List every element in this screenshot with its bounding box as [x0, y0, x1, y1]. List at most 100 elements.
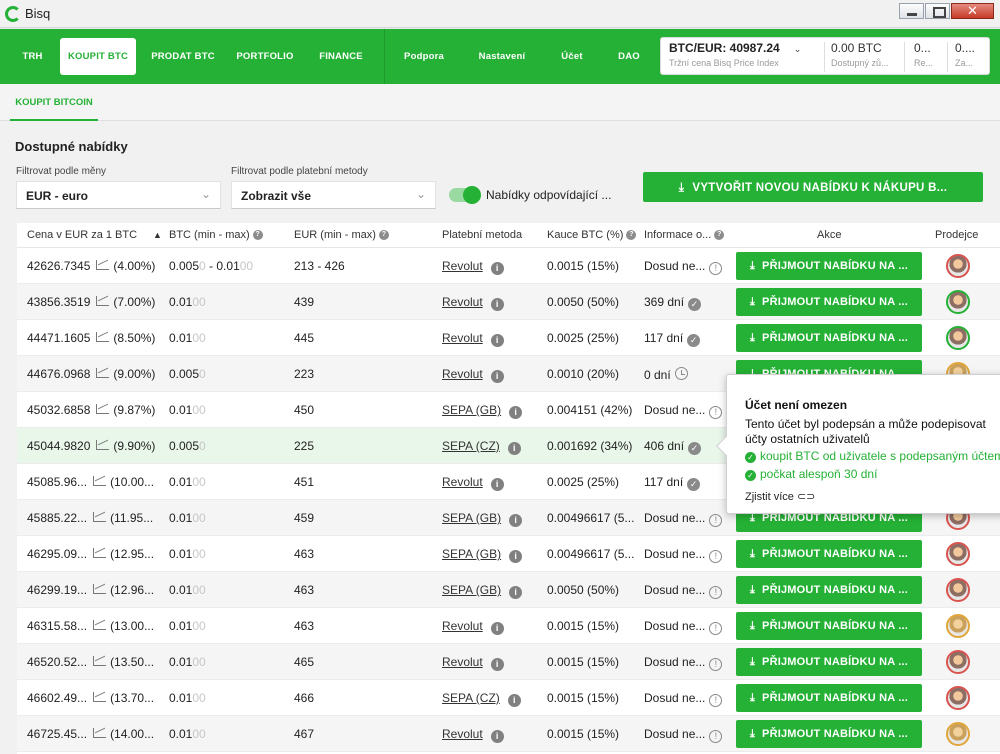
info-icon[interactable]: i [507, 442, 521, 455]
payment-method-link[interactable]: Revolut [442, 367, 483, 381]
payment-method-link[interactable]: SEPA (CZ) [442, 691, 500, 705]
payment-method-link[interactable]: SEPA (GB) [442, 547, 501, 561]
info-icon[interactable]: i [490, 370, 504, 383]
payment-method-link[interactable]: Revolut [442, 655, 483, 669]
payment-method-link[interactable]: Revolut [442, 727, 483, 741]
avatar[interactable] [946, 254, 970, 278]
nav-finance[interactable]: FINANCE [310, 29, 372, 84]
info-icon[interactable]: i [490, 658, 504, 671]
method-filter-select[interactable]: Zobrazit vše ⌄ [231, 181, 436, 209]
info-icon[interactable]: i [490, 298, 504, 311]
verified-icon[interactable]: ✓ [687, 334, 701, 347]
payment-method-link[interactable]: SEPA (GB) [442, 511, 501, 525]
payment-method-link[interactable]: SEPA (CZ) [442, 439, 500, 453]
avatar[interactable] [946, 722, 970, 746]
accept-offer-button[interactable]: ⤓ PŘIJMOUT NABÍDKU NA ... [736, 612, 922, 640]
info-icon[interactable]: ! [709, 514, 723, 527]
avatar[interactable] [946, 290, 970, 314]
nav-dao[interactable]: DAO [610, 29, 648, 84]
matching-offers-toggle[interactable] [449, 186, 481, 204]
table-row[interactable]: 42626.7345 (4.00%) 0.0050 - 0.0100 213 - 42… [17, 248, 1000, 284]
info-icon[interactable]: i [509, 586, 523, 599]
accept-offer-button[interactable]: ⤓ PŘIJMOUT NABÍDKU NA ... [736, 576, 922, 604]
info-icon[interactable]: i [490, 478, 504, 491]
table-row[interactable]: 46725.45... (14.00... 0.0100 467 Revolut i 0.0… [17, 716, 1000, 752]
info-icon[interactable]: ! [709, 586, 723, 599]
minimize-button[interactable] [899, 3, 924, 19]
payment-method-link[interactable]: Revolut [442, 475, 483, 489]
table-row[interactable]: 46315.58... (13.00... 0.0100 463 Revolut i 0.0… [17, 608, 1000, 644]
maximize-button[interactable] [925, 3, 950, 19]
help-icon[interactable]: ? [252, 230, 263, 241]
col-payment-method[interactable]: Platební metoda [442, 229, 522, 241]
payment-method-link[interactable]: SEPA (GB) [442, 403, 501, 417]
info-icon[interactable]: ! [709, 694, 723, 707]
close-button[interactable] [951, 3, 994, 19]
verified-icon[interactable]: ✓ [688, 442, 702, 455]
info-icon[interactable]: ! [709, 262, 723, 275]
info-icon[interactable]: ! [709, 550, 723, 563]
accept-offer-button[interactable]: ⤓ PŘIJMOUT NABÍDKU NA ... [736, 288, 922, 316]
payment-method-link[interactable]: Revolut [442, 295, 483, 309]
avatar[interactable] [946, 650, 970, 674]
table-row[interactable]: 46295.09... (12.95... 0.0100 463 SEPA (GB) i 0… [17, 536, 1000, 572]
help-icon[interactable]: ? [714, 230, 725, 241]
table-row[interactable]: 46299.19... (12.96... 0.0100 463 SEPA (GB) i 0… [17, 572, 1000, 608]
info-icon[interactable]: ! [709, 622, 723, 635]
payment-method-link[interactable]: Revolut [442, 619, 483, 633]
help-icon[interactable]: ? [378, 230, 389, 241]
col-price[interactable]: Cena v EUR za 1 BTC ▲ [27, 229, 162, 241]
info-icon[interactable]: i [490, 262, 504, 275]
verified-icon[interactable]: ✓ [687, 478, 701, 491]
market-price-selector[interactable]: BTC/EUR: 40987.24 ⌄ Tržní cena Bisq Price… [669, 41, 819, 73]
info-icon[interactable]: i [509, 550, 523, 563]
info-icon[interactable]: ! [709, 406, 723, 419]
payment-method-link[interactable]: Revolut [442, 331, 483, 345]
info-icon[interactable]: i [507, 694, 521, 707]
payment-method-link[interactable]: SEPA (GB) [442, 583, 501, 597]
info-icon[interactable]: i [509, 514, 523, 527]
help-icon[interactable]: ? [626, 230, 637, 241]
col-info[interactable]: Informace o...? [644, 229, 725, 241]
accept-offer-button[interactable]: ⤓ PŘIJMOUT NABÍDKU NA ... [736, 720, 922, 748]
avatar[interactable] [946, 686, 970, 710]
table-row[interactable]: 44471.1605 (8.50%) 0.0100 445 Revolut i 0.0025… [17, 320, 1000, 356]
accept-offer-button[interactable]: ⤓ PŘIJMOUT NABÍDKU NA ... [736, 648, 922, 676]
info-icon[interactable]: i [509, 406, 523, 419]
learn-more-link[interactable]: Zjistit více ⊂⊃ [745, 490, 815, 503]
chart-icon [96, 368, 110, 378]
nav-account[interactable]: Účet [553, 29, 591, 84]
accept-offer-button[interactable]: ⤓ PŘIJMOUT NABÍDKU NA ... [736, 252, 922, 280]
nav-market[interactable]: TRH [10, 29, 55, 84]
accept-offer-button[interactable]: ⤓ PŘIJMOUT NABÍDKU NA ... [736, 324, 922, 352]
avatar[interactable] [946, 542, 970, 566]
nav-settings[interactable]: Nastavení [471, 29, 533, 84]
nav-sell-btc[interactable]: PRODAT BTC [146, 29, 220, 84]
info-icon[interactable]: i [490, 622, 504, 635]
info-icon[interactable]: i [490, 730, 504, 743]
table-row[interactable]: 43856.3519 (7.00%) 0.0100 439 Revolut i 0.0050… [17, 284, 1000, 320]
info-icon[interactable]: i [490, 334, 504, 347]
verified-icon[interactable]: ✓ [688, 298, 702, 311]
avatar[interactable] [946, 578, 970, 602]
tab-buy-bitcoin[interactable]: KOUPIT BITCOIN [10, 84, 98, 121]
nav-buy-btc[interactable]: KOUPIT BTC [60, 38, 136, 75]
nav-portfolio[interactable]: PORTFOLIO [230, 29, 300, 84]
offer-payment-method: SEPA (CZ) i [442, 691, 521, 707]
info-icon[interactable]: ! [709, 658, 723, 671]
payment-method-link[interactable]: Revolut [442, 259, 483, 273]
col-amount[interactable]: BTC (min - max)? [169, 229, 263, 241]
currency-filter-select[interactable]: EUR - euro ⌄ [16, 181, 221, 209]
table-row[interactable]: 46602.49... (13.70... 0.0100 466 SEPA (CZ) i 0… [17, 680, 1000, 716]
avatar[interactable] [946, 326, 970, 350]
accept-offer-button[interactable]: ⤓ PŘIJMOUT NABÍDKU NA ... [736, 684, 922, 712]
accept-offer-button[interactable]: ⤓ PŘIJMOUT NABÍDKU NA ... [736, 540, 922, 568]
col-volume[interactable]: EUR (min - max)? [294, 229, 389, 241]
clock-icon[interactable] [674, 367, 688, 380]
avatar[interactable] [946, 614, 970, 638]
create-offer-button[interactable]: ⤓ VYTVOŘIT NOVOU NABÍDKU K NÁKUPU B... [643, 172, 983, 202]
table-row[interactable]: 46520.52... (13.50... 0.0100 465 Revolut i 0.0… [17, 644, 1000, 680]
nav-support[interactable]: Podpora [398, 29, 450, 84]
info-icon[interactable]: ! [709, 730, 723, 743]
col-deposit[interactable]: Kauce BTC (%)? [547, 229, 637, 241]
